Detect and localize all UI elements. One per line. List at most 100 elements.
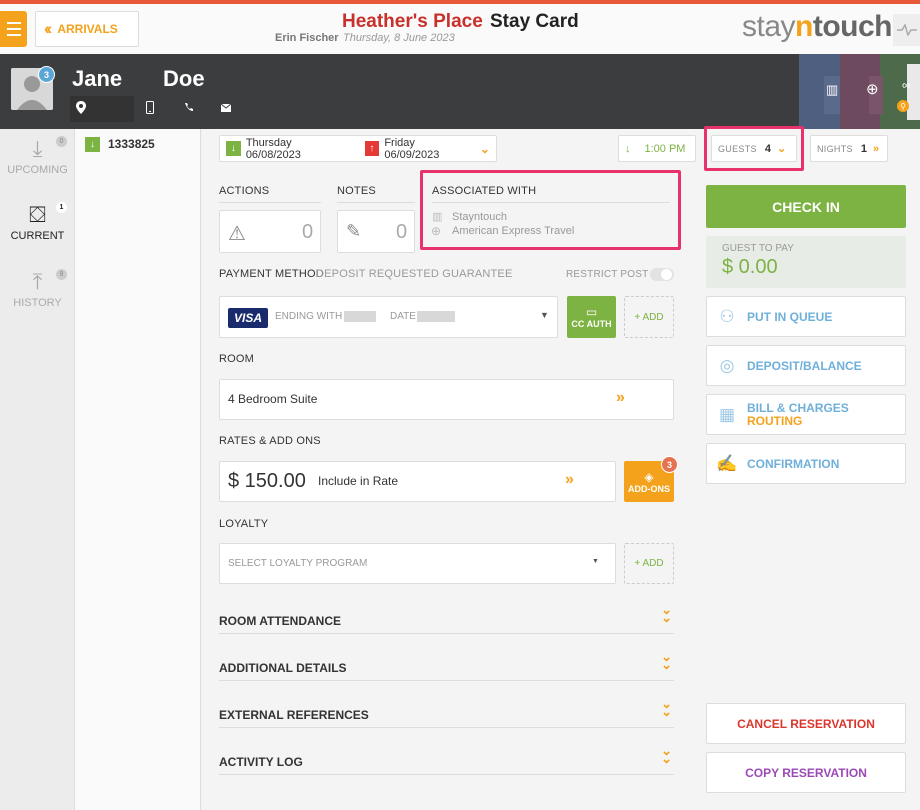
loyalty-label: LOYALTY bbox=[219, 518, 269, 530]
guest-to-pay-label: GUEST TO PAY bbox=[722, 243, 794, 254]
guest-to-pay-panel: GUEST TO PAY $ 0.00 bbox=[706, 236, 906, 288]
associated-highlight bbox=[420, 170, 681, 250]
copy-reservation-button[interactable]: COPY RESERVATION bbox=[706, 752, 906, 793]
arrival-date: Thursday 06/08/2023 bbox=[245, 136, 301, 161]
room-type-select[interactable]: 4 Bedroom Suite » bbox=[219, 379, 674, 420]
restrict-post-toggle[interactable] bbox=[650, 268, 674, 281]
nav-history[interactable]: ⤒ HISTORY 9 bbox=[0, 269, 75, 309]
avatar-badge: 3 bbox=[38, 66, 55, 83]
double-chevron-down-icon: ⌄ ⌄ bbox=[661, 602, 672, 625]
chevron-right-icon: » bbox=[872, 142, 880, 155]
confirmation-button[interactable]: ✍ CONFIRMATION bbox=[706, 443, 906, 484]
visa-card-icon: VISA bbox=[228, 308, 268, 328]
departure-icon: ↑ bbox=[364, 141, 380, 156]
check-in-button[interactable]: CHECK IN bbox=[706, 185, 906, 228]
menu-button[interactable] bbox=[0, 11, 27, 47]
phone-icon[interactable] bbox=[184, 101, 194, 115]
room-label: ROOM bbox=[219, 353, 255, 365]
pen-icon: ✍ bbox=[716, 453, 738, 473]
cc-auth-button[interactable]: ▭ CC AUTH bbox=[567, 296, 616, 338]
rate-details[interactable]: $ 150.00 Include in Rate » bbox=[219, 461, 616, 502]
notes-button[interactable]: ✎ 0 bbox=[337, 210, 415, 253]
rates-label: RATES & ADD ONS bbox=[219, 435, 321, 447]
warning-icon: ⚠ bbox=[228, 223, 246, 245]
room-type: 4 Bedroom Suite bbox=[228, 392, 318, 406]
nights-count: 1 bbox=[860, 142, 867, 155]
mobile-phone-icon[interactable] bbox=[146, 101, 154, 117]
external-references-section[interactable]: EXTERNAL REFERENCES ⌄ ⌄ bbox=[219, 697, 674, 728]
guest-first-name[interactable]: Jane bbox=[72, 66, 122, 92]
location-pin-icon bbox=[76, 101, 86, 117]
actions-button[interactable]: ⚠ 0 bbox=[219, 210, 321, 253]
search-icon[interactable]: ⚲ bbox=[897, 100, 909, 112]
pin-icon: ✎ bbox=[346, 221, 362, 241]
calculator-icon: ▦ bbox=[718, 404, 736, 424]
notes-count: 0 bbox=[396, 221, 408, 243]
chevron-down-icon: ⌄ bbox=[479, 141, 490, 156]
nav-upcoming[interactable]: ⤓ UPCOMING 0 bbox=[0, 136, 75, 176]
add-loyalty-button[interactable]: + ADD bbox=[624, 543, 674, 584]
activity-log-section[interactable]: ACTIVITY LOG ⌄ ⌄ bbox=[219, 744, 674, 775]
layers-icon: ◈ bbox=[644, 469, 654, 484]
departure-date: Friday 06/09/2023 bbox=[384, 136, 440, 161]
loyalty-placeholder: SELECT LOYALTY PROGRAM bbox=[228, 558, 368, 569]
current-count: 1 bbox=[56, 202, 67, 213]
payment-method-select[interactable]: VISA ENDING WITH DATE ▼ bbox=[219, 296, 558, 338]
nights-selector[interactable]: NIGHTS 1 » bbox=[810, 135, 888, 162]
dropdown-arrow-icon: ▼ bbox=[540, 310, 549, 320]
chevron-right-icon: » bbox=[565, 471, 574, 488]
business-date: Thursday, 8 June 2023 bbox=[343, 32, 455, 44]
card-date-redacted bbox=[417, 311, 455, 322]
stay-dates[interactable]: ↓ Thursday 06/08/2023 ↑ Friday 06/09/202… bbox=[219, 135, 497, 162]
group-icon[interactable]: ∞ bbox=[902, 78, 911, 92]
email-icon[interactable] bbox=[220, 101, 232, 115]
double-chevron-down-icon: ⌄ ⌄ bbox=[661, 649, 672, 672]
back-to-arrivals-button[interactable]: ‹‹ ARRIVALS bbox=[35, 11, 139, 47]
hotel-name: Heather's Place bbox=[342, 11, 483, 32]
hamburger-icon bbox=[6, 22, 21, 24]
ending-with-label: ENDING WITH bbox=[275, 311, 343, 322]
arrow-down-icon: ↓ bbox=[625, 142, 631, 155]
notes-label: NOTES bbox=[337, 185, 376, 197]
card-number-redacted bbox=[344, 311, 376, 322]
arrival-arrow-icon: ↓ bbox=[85, 137, 100, 152]
double-chevron-left-icon: ‹‹ bbox=[44, 19, 53, 38]
money-icon: ◎ bbox=[719, 355, 735, 375]
additional-details-section[interactable]: ADDITIONAL DETAILS ⌄ ⌄ bbox=[219, 650, 674, 681]
reservation-number[interactable]: 1333825 bbox=[108, 137, 155, 151]
reservation-list bbox=[75, 129, 201, 810]
cancel-reservation-button[interactable]: CANCEL RESERVATION bbox=[706, 703, 906, 744]
double-chevron-down-icon: ⌄ ⌄ bbox=[661, 696, 672, 719]
credit-card-icon: ▭ bbox=[585, 305, 598, 319]
add-payment-button[interactable]: + ADD bbox=[624, 296, 674, 338]
add-ons-count: 3 bbox=[661, 456, 678, 473]
rate-amount: $ 150.00 bbox=[228, 470, 306, 492]
nav-current[interactable]: ⛋ CURRENT 1 bbox=[0, 202, 75, 242]
user-name: Erin Fischer bbox=[275, 32, 339, 44]
back-button-label: ARRIVALS bbox=[57, 22, 118, 36]
guests-highlight bbox=[704, 126, 804, 171]
deposit-balance-button[interactable]: ◎ DEPOSIT/BALANCE bbox=[706, 345, 906, 386]
upcoming-count: 0 bbox=[56, 136, 67, 147]
arrival-time[interactable]: ↓ 1:00 PM bbox=[618, 135, 696, 162]
restrict-post-label: RESTRICT POST bbox=[566, 269, 649, 280]
chevron-right-icon: » bbox=[616, 389, 625, 406]
actions-count: 0 bbox=[302, 221, 314, 243]
routing-label[interactable]: ROUTING bbox=[747, 414, 849, 428]
building-icon[interactable]: ▥ bbox=[826, 82, 838, 98]
put-in-queue-button[interactable]: ⚇ PUT IN QUEUE bbox=[706, 296, 906, 337]
page-title: Stay Card bbox=[490, 11, 579, 32]
double-chevron-down-icon: ⌄ ⌄ bbox=[661, 743, 672, 766]
room-attendance-section[interactable]: ROOM ATTENDANCE ⌄ ⌄ bbox=[219, 603, 674, 634]
loyalty-program-select[interactable]: SELECT LOYALTY PROGRAM ▼ bbox=[219, 543, 616, 584]
guest-bar bbox=[0, 54, 920, 129]
globe-icon[interactable]: ⊕ bbox=[866, 80, 879, 98]
rate-description: Include in Rate bbox=[318, 474, 399, 488]
guest-to-pay-amount: $ 0.00 bbox=[722, 256, 778, 278]
dropdown-arrow-icon: ▼ bbox=[592, 558, 599, 565]
bill-charges-button[interactable]: ▦ BILL & CHARGES ROUTING bbox=[706, 394, 906, 435]
actions-label: ACTIONS bbox=[219, 185, 270, 197]
date-label: DATE bbox=[390, 311, 416, 322]
activity-pulse-icon[interactable] bbox=[893, 14, 920, 46]
guest-last-name[interactable]: Doe bbox=[163, 66, 205, 92]
